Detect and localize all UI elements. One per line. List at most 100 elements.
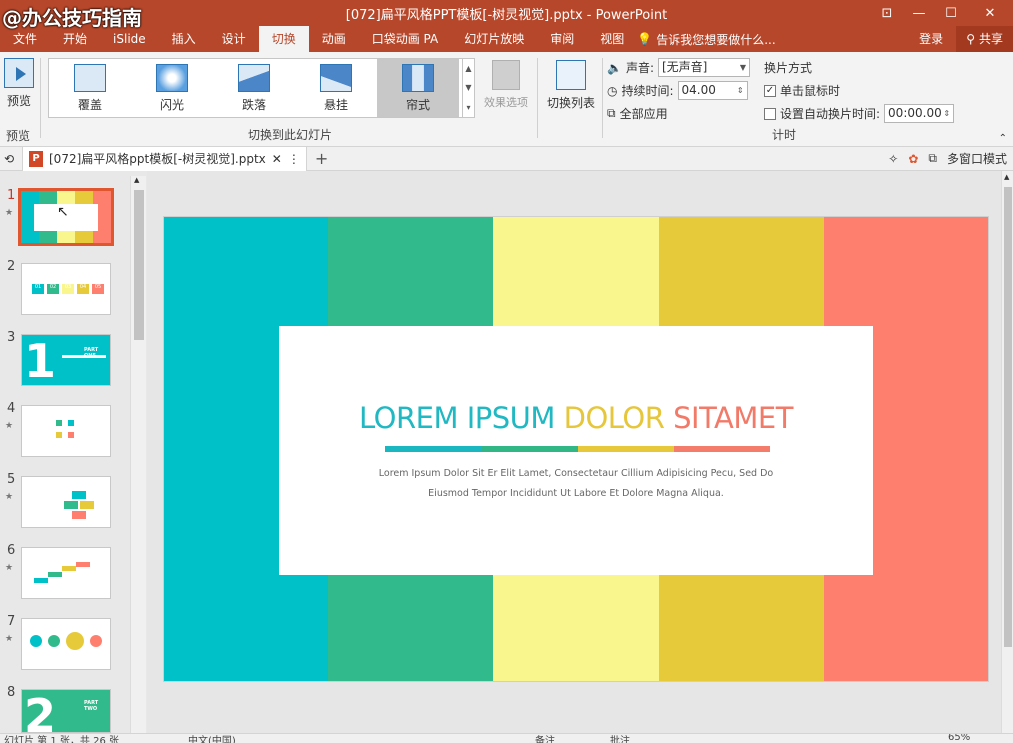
auto-after-label: 设置自动换片时间: xyxy=(780,107,881,121)
transition-cover-label: 覆盖 xyxy=(77,97,102,112)
apply-all-button[interactable]: ⧉ 全部应用 xyxy=(607,102,757,125)
star-icon: ★ xyxy=(5,563,14,573)
thumbnail-slide-1[interactable]: ↖ xyxy=(18,188,114,246)
thumbnail-slide-5[interactable] xyxy=(21,476,111,528)
transition-curtains[interactable]: 帘式 xyxy=(377,59,459,117)
slide-subtitle[interactable]: Lorem Ipsum Dolor Sit Er Elit Lamet, Con… xyxy=(279,464,873,504)
preview-group: 预览 预览 xyxy=(0,52,40,147)
comments-button[interactable]: 批注 xyxy=(610,734,630,743)
duration-stepper[interactable]: 04.00 ⇕ xyxy=(677,81,748,100)
sound-label: 声音: xyxy=(625,61,654,75)
transition-flash-label: 闪光 xyxy=(159,97,184,112)
gallery-down-icon[interactable]: ▼ xyxy=(465,83,471,92)
subtitle-line-1: Lorem Ipsum Dolor Sit Er Elit Lamet, Con… xyxy=(378,468,774,479)
on-click-label: 单击鼠标时 xyxy=(780,84,841,98)
stepper-icon[interactable]: ⇕ xyxy=(943,105,950,122)
current-slide[interactable]: LOREM IPSUM DOLOR SITAMET Lorem Ipsum Do… xyxy=(163,216,989,682)
effect-options-button[interactable]: 效果选项 xyxy=(480,60,532,110)
curtains-icon xyxy=(402,63,434,92)
gear-icon[interactable]: ✿ xyxy=(908,152,918,166)
star-icon: ★ xyxy=(5,634,14,644)
powerpoint-icon: P xyxy=(29,150,43,167)
thumbnail-scrollbar[interactable]: ▲ xyxy=(130,176,146,733)
on-click-checkbox[interactable]: ✓ xyxy=(764,84,776,97)
transition-drape[interactable]: 悬挂 xyxy=(295,59,377,117)
share-button[interactable]: ⚲ 共享 xyxy=(956,26,1013,52)
slide-thumbnail-panel: 1 ★ ↖ 2 01 02 03 04 05 3 1 PART ONE 4 ★ … xyxy=(0,171,147,733)
auto-after-stepper[interactable]: 00:00.00 ⇕ xyxy=(884,104,955,123)
editor-scrollbar[interactable]: ▲ xyxy=(1001,171,1013,733)
thumbnail-slide-6[interactable] xyxy=(21,547,111,599)
more-icon[interactable]: ⋮ xyxy=(288,152,300,166)
slide-title[interactable]: LOREM IPSUM DOLOR SITAMET xyxy=(279,401,873,435)
title-word-3: DOLOR xyxy=(563,401,665,435)
auto-after-checkbox[interactable] xyxy=(764,107,776,120)
sound-select[interactable]: [无声音] ▼ xyxy=(658,58,750,77)
flash-icon xyxy=(156,63,188,92)
transition-fall[interactable]: 跌落 xyxy=(213,59,295,117)
tab-pocket-animation[interactable]: 口袋动画 PA xyxy=(359,26,452,52)
transition-cover[interactable]: 覆盖 xyxy=(49,59,131,117)
tab-review[interactable]: 审阅 xyxy=(537,26,587,52)
tab-animations[interactable]: 动画 xyxy=(309,26,359,52)
scroll-up-icon[interactable]: ▲ xyxy=(1004,173,1009,181)
tell-me-box[interactable]: 💡 告诉我您想要做什么... xyxy=(637,31,775,48)
slide-editing-area[interactable]: LOREM IPSUM DOLOR SITAMET Lorem Ipsum Do… xyxy=(148,171,1001,733)
language-indicator[interactable]: 中文(中国) xyxy=(188,734,236,743)
gallery-up-icon[interactable]: ▲ xyxy=(465,64,471,73)
thumbnail-slide-4[interactable] xyxy=(21,405,111,457)
preview-button[interactable]: 预览 xyxy=(2,58,36,109)
thumb-number-box: 01 xyxy=(32,284,44,294)
star-icon: ★ xyxy=(5,492,14,502)
scroll-thumb[interactable] xyxy=(134,190,144,340)
tab-slideshow[interactable]: 幻灯片放映 xyxy=(451,26,537,52)
gallery-more-icon[interactable]: ▾ xyxy=(466,103,470,112)
scroll-up-icon[interactable]: ▲ xyxy=(134,176,139,184)
ribbon-display-icon[interactable]: ⊡ xyxy=(871,0,903,26)
thumb-number-box: 04 xyxy=(77,284,89,294)
tab-view[interactable]: 视图 xyxy=(587,26,637,52)
underline-segment-4 xyxy=(674,446,770,452)
notes-button[interactable]: 备注 xyxy=(535,734,555,743)
timing-group: 🔈 声音: [无声音] ▼ ◷ 持续时间: 04.00 ⇕ ⧉ 全部应用 xyxy=(607,56,757,126)
tab-design[interactable]: 设计 xyxy=(209,26,259,52)
maximize-icon[interactable]: ☐ xyxy=(935,0,967,26)
transition-flash[interactable]: 闪光 xyxy=(131,59,213,117)
thumbnail-slide-7[interactable] xyxy=(21,618,111,670)
tell-me-text: 告诉我您想要做什么... xyxy=(656,32,776,47)
document-tab-bar: ⟲ P [072]扁平风格ppt模板[-树灵视觉].pptx ✕ ⋮ + ✧ ✿… xyxy=(0,146,1013,171)
thumbnail-slide-3[interactable]: 1 PART ONE xyxy=(21,334,111,386)
stepper-icon[interactable]: ⇕ xyxy=(737,82,744,99)
pin-icon[interactable]: ✧ xyxy=(888,152,898,166)
thumb-part-label: PART TWO xyxy=(84,700,99,712)
close-icon[interactable]: ✕ xyxy=(967,0,1013,26)
on-click-option[interactable]: ✓ 单击鼠标时 xyxy=(764,79,974,102)
transition-gallery: 覆盖 闪光 跌落 悬挂 帘式 xyxy=(48,58,463,118)
document-tab[interactable]: P [072]扁平风格ppt模板[-树灵视觉].pptx ✕ ⋮ xyxy=(22,146,307,171)
window-title: [072]扁平风格PPT模板[-树灵视觉].pptx - PowerPoint xyxy=(345,8,668,23)
thumb-number: 2 xyxy=(7,259,16,274)
collapse-ribbon-icon[interactable]: ⌃ xyxy=(999,133,1007,144)
tab-insert[interactable]: 插入 xyxy=(159,26,209,52)
tab-menu-icon[interactable]: ⟲ xyxy=(4,152,14,166)
star-icon: ★ xyxy=(5,421,14,431)
tab-transitions[interactable]: 切换 xyxy=(258,26,309,52)
preview-group-label: 预览 xyxy=(6,129,31,143)
zoom-level[interactable]: 65% xyxy=(948,734,970,743)
close-tab-icon[interactable]: ✕ xyxy=(272,152,282,166)
minimize-icon[interactable]: — xyxy=(903,0,935,26)
transition-list-button[interactable]: 切换列表 xyxy=(543,60,599,111)
advance-slide-group: 换片方式 ✓ 单击鼠标时 设置自动换片时间: 00:00.00 ⇕ xyxy=(764,56,974,128)
thumbnail-slide-2[interactable]: 01 02 03 04 05 xyxy=(21,263,111,315)
login-link[interactable]: 登录 xyxy=(906,26,956,52)
title-card[interactable]: LOREM IPSUM DOLOR SITAMET Lorem Ipsum Do… xyxy=(279,326,873,575)
new-tab-icon[interactable]: + xyxy=(315,149,328,168)
gallery-scroll[interactable]: ▲ ▼ ▾ xyxy=(462,58,475,118)
scroll-thumb[interactable] xyxy=(1004,187,1012,647)
thumbnail-slide-8[interactable]: 2 PART TWO xyxy=(21,689,111,733)
fall-icon xyxy=(238,63,270,92)
auto-after-value: 00:00.00 xyxy=(888,106,942,120)
multiwindow-mode-button[interactable]: 多窗口模式 xyxy=(947,150,1007,167)
thumb-number-box: 05 xyxy=(92,284,104,294)
thumb-number: 7 xyxy=(7,614,16,629)
